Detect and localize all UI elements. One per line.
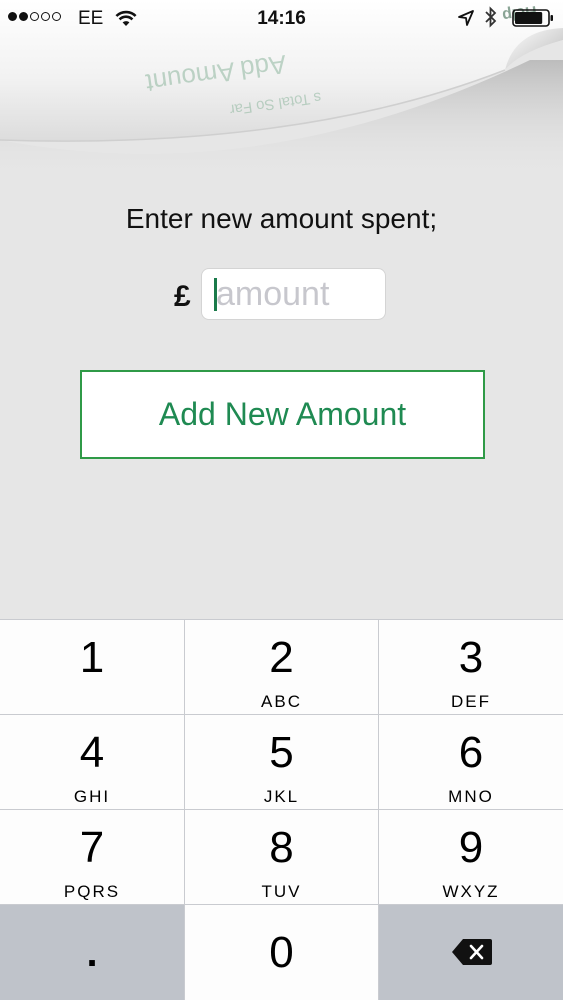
delete-key[interactable] — [379, 905, 563, 1000]
amount-placeholder: amount — [216, 275, 330, 313]
location-icon — [457, 9, 475, 32]
key-0[interactable]: 0 — [185, 905, 378, 1000]
key-digit: 9 — [458, 823, 484, 872]
key-letters: DEF — [451, 692, 491, 711]
key-digit: 5 — [269, 728, 294, 777]
key-7[interactable]: 7 PQRS — [0, 810, 184, 904]
key-5[interactable]: 5 JKL — [185, 715, 378, 809]
key-decimal[interactable]: . — [0, 905, 184, 1000]
key-digit: . — [86, 931, 98, 975]
key-digit: 6 — [458, 728, 484, 777]
key-digit: 7 — [79, 823, 105, 872]
key-digit: 4 — [79, 728, 105, 777]
key-8[interactable]: 8 TUV — [185, 810, 378, 904]
key-letters: WXYZ — [442, 882, 500, 901]
numeric-keypad: 1 2 ABC 3 DEF 4 GHI 5 JKL 6 MNO 7 PQRS 8… — [0, 619, 563, 1000]
key-digit: 0 — [269, 928, 294, 977]
key-digit: 3 — [458, 633, 484, 682]
key-letters — [0, 692, 184, 710]
key-9[interactable]: 9 WXYZ — [379, 810, 563, 904]
key-letters: MNO — [448, 787, 494, 806]
key-digit: 1 — [79, 633, 105, 682]
key-letters: JKL — [263, 787, 300, 806]
key-letters: ABC — [261, 692, 302, 711]
amount-input[interactable]: amount — [201, 268, 386, 320]
text-cursor — [214, 278, 217, 311]
battery-icon — [512, 9, 554, 32]
key-1[interactable]: 1 — [0, 620, 184, 714]
key-letters: GHI — [73, 787, 111, 806]
backspace-icon — [451, 938, 493, 971]
status-time: 14:16 — [257, 8, 306, 29]
key-digit: 2 — [269, 633, 294, 682]
key-letters: PQRS — [63, 882, 121, 901]
key-digit: 8 — [269, 823, 294, 872]
key-3[interactable]: 3 DEF — [379, 620, 563, 714]
key-letters: TUV — [261, 882, 302, 901]
key-4[interactable]: 4 GHI — [0, 715, 184, 809]
prompt-label: Enter new amount spent; — [125, 203, 438, 234]
add-new-amount-button[interactable]: Add New Amount — [80, 370, 485, 459]
key-2[interactable]: 2 ABC — [185, 620, 378, 714]
status-bar: EE 14:16 — [0, 0, 563, 36]
currency-symbol: £ — [174, 280, 191, 313]
bluetooth-icon — [484, 6, 498, 33]
key-6[interactable]: 6 MNO — [379, 715, 563, 809]
